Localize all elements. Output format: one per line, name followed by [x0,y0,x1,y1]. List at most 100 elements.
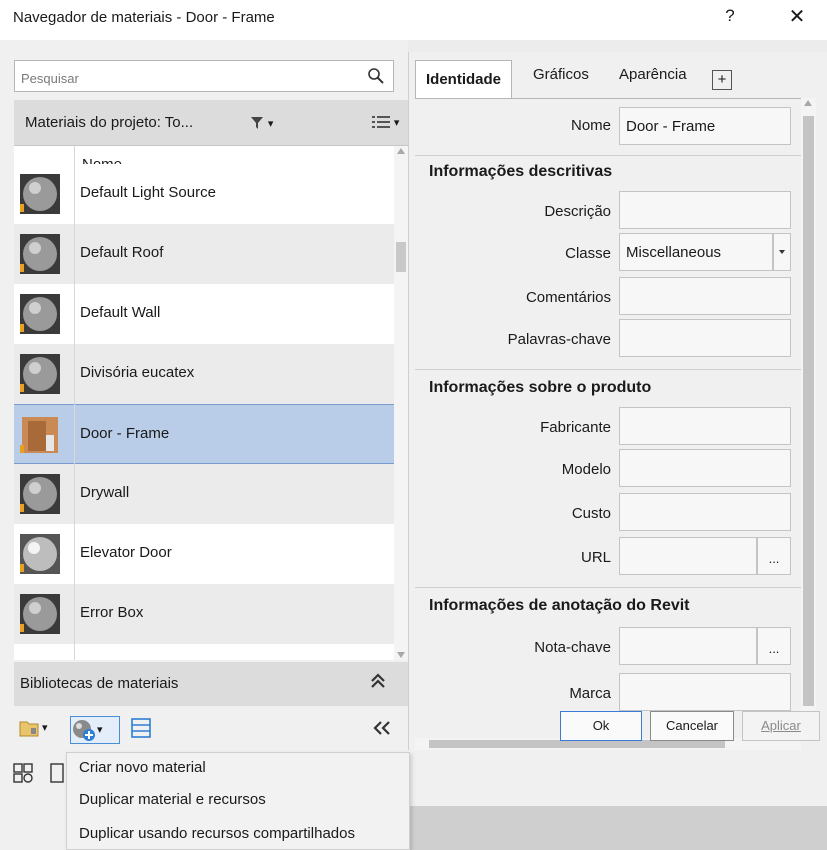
double-chevron-up-icon[interactable] [370,672,386,690]
keynote-label: Nota-chave [534,639,611,656]
keynote-browse-button[interactable]: ... [757,627,791,665]
mark-field[interactable] [619,673,791,711]
tab-strip: Identidade Gráficos Aparência + [415,60,815,98]
scroll-down-icon[interactable] [397,652,405,658]
name-value: Door - Frame [626,118,716,135]
list-item[interactable]: Drywall [14,464,394,524]
material-name: Default Wall [80,304,161,321]
filter-button[interactable]: ▾ [250,114,273,130]
material-name: Default Roof [80,244,164,261]
materials-panel: Pesquisar Materiais do projeto: To... ▾ … [0,40,408,750]
materials-scrollbar[interactable] [394,146,408,660]
libraries-label: Bibliotecas de materiais [20,675,179,692]
class-label: Classe [565,245,611,262]
menu-item-duplicate-material[interactable]: Duplicar material e recursos [79,791,266,808]
close-button[interactable]: ✕ [784,4,810,29]
hscrollbar-thumb[interactable] [429,740,725,748]
project-materials-label: Materiais do projeto: To... [25,114,194,131]
filter-dropdown-arrow: ▾ [267,118,274,130]
name-label: Nome [570,117,611,134]
model-label: Modelo [561,461,611,478]
search-field[interactable]: Pesquisar [14,60,394,92]
material-sphere-icon [20,594,60,634]
tab-graphics[interactable]: Gráficos [533,66,589,83]
list-item[interactable]: Default Wall [14,284,394,344]
scroll-up-icon[interactable] [804,100,812,106]
collapse-left-button[interactable] [372,716,392,744]
divider [415,587,801,588]
class-select[interactable]: Miscellaneous [619,233,773,271]
keynote-field[interactable] [619,627,757,665]
identity-panel: Nome Door - Frame Informações descritiva… [415,98,801,736]
description-field[interactable] [619,191,791,229]
help-button[interactable]: ? [719,6,741,26]
scrollbar-thumb[interactable] [803,116,814,706]
cancel-button[interactable]: Cancelar [650,711,734,741]
new-material-button[interactable]: ▾ [70,716,120,744]
search-icon[interactable] [367,67,385,85]
list-item[interactable]: Door - Frame [14,404,394,464]
comments-field[interactable] [619,277,791,315]
scrollbar-thumb[interactable] [396,242,406,272]
url-browse-button[interactable]: ... [757,537,791,575]
material-name: Default Light Source [80,184,216,201]
name-field[interactable]: Door - Frame [619,107,791,145]
title-bar: Navegador de materiais - Door - Frame ? … [0,0,827,40]
libraries-bar[interactable]: Bibliotecas de materiais [14,662,408,706]
list-item[interactable]: Error Box [14,584,394,644]
section-descriptive-heading: Informações descritivas [429,163,613,180]
class-dropdown-button[interactable] [773,233,791,271]
add-material-icon [73,720,95,741]
cost-field[interactable] [619,493,791,531]
panel-layout-icon [131,718,151,738]
list-item[interactable]: Default Roof [14,224,394,284]
material-sphere-icon [20,234,60,274]
menu-item-duplicate-shared[interactable]: Duplicar usando recursos compartilhados [79,825,355,842]
folder-dropdown-arrow: ▾ [42,722,48,734]
list-item[interactable]: Default Light Source [14,164,394,224]
mark-label: Marca [569,685,611,702]
material-sphere-icon [20,174,60,214]
scroll-up-icon[interactable] [397,148,405,154]
materials-list: Nome Default Light SourceDefault RoofDef… [14,146,394,660]
url-field[interactable] [619,537,757,575]
library-folder-button[interactable]: ▾ [18,716,48,744]
tab-identity[interactable]: Identidade [415,60,513,98]
search-placeholder: Pesquisar [21,71,79,86]
double-chevron-left-icon [373,721,390,735]
material-sphere-icon [20,534,60,574]
asset-browser-icon[interactable] [12,762,34,784]
folder-icon [19,721,39,737]
class-value: Miscellaneous [626,244,722,261]
new-material-dropdown-arrow: ▾ [97,724,103,736]
material-name: Divisória eucatex [80,364,195,381]
section-product-heading: Informações sobre o produto [429,379,652,396]
menu-item-create-material[interactable]: Criar novo material [79,759,206,776]
material-name: Drywall [80,484,130,501]
manufacturer-field[interactable] [619,407,791,445]
window-title: Navegador de materiais - Door - Frame [13,9,275,26]
list-item[interactable]: Divisória eucatex [14,344,394,404]
library-toolbar: ▾ ▾ [14,710,408,750]
chevron-down-icon [779,250,785,254]
description-label: Descrição [544,203,611,220]
model-field[interactable] [619,449,791,487]
keywords-field[interactable] [619,319,791,357]
column-divider [74,146,75,660]
filter-icon [251,117,263,130]
material-sphere-icon [20,474,60,514]
new-material-menu: Criar novo material Duplicar material e … [66,752,410,850]
add-tab-button[interactable]: + [712,70,732,90]
url-label: URL [580,549,611,566]
material-sphere-icon [20,354,60,394]
list-item[interactable]: Elevator Door [14,524,394,584]
view-options-button[interactable]: ▾ [372,113,399,130]
tab-appearance[interactable]: Aparência [619,66,687,83]
divider [415,155,801,156]
apply-button[interactable]: Aplicar [742,711,820,741]
properties-scrollbar[interactable] [801,98,816,736]
material-editor-button[interactable] [130,716,152,744]
document-icon[interactable] [50,762,64,784]
project-materials-bar: Materiais do projeto: To... ▾ ▾ [14,100,408,146]
ok-button[interactable]: Ok [560,711,642,741]
